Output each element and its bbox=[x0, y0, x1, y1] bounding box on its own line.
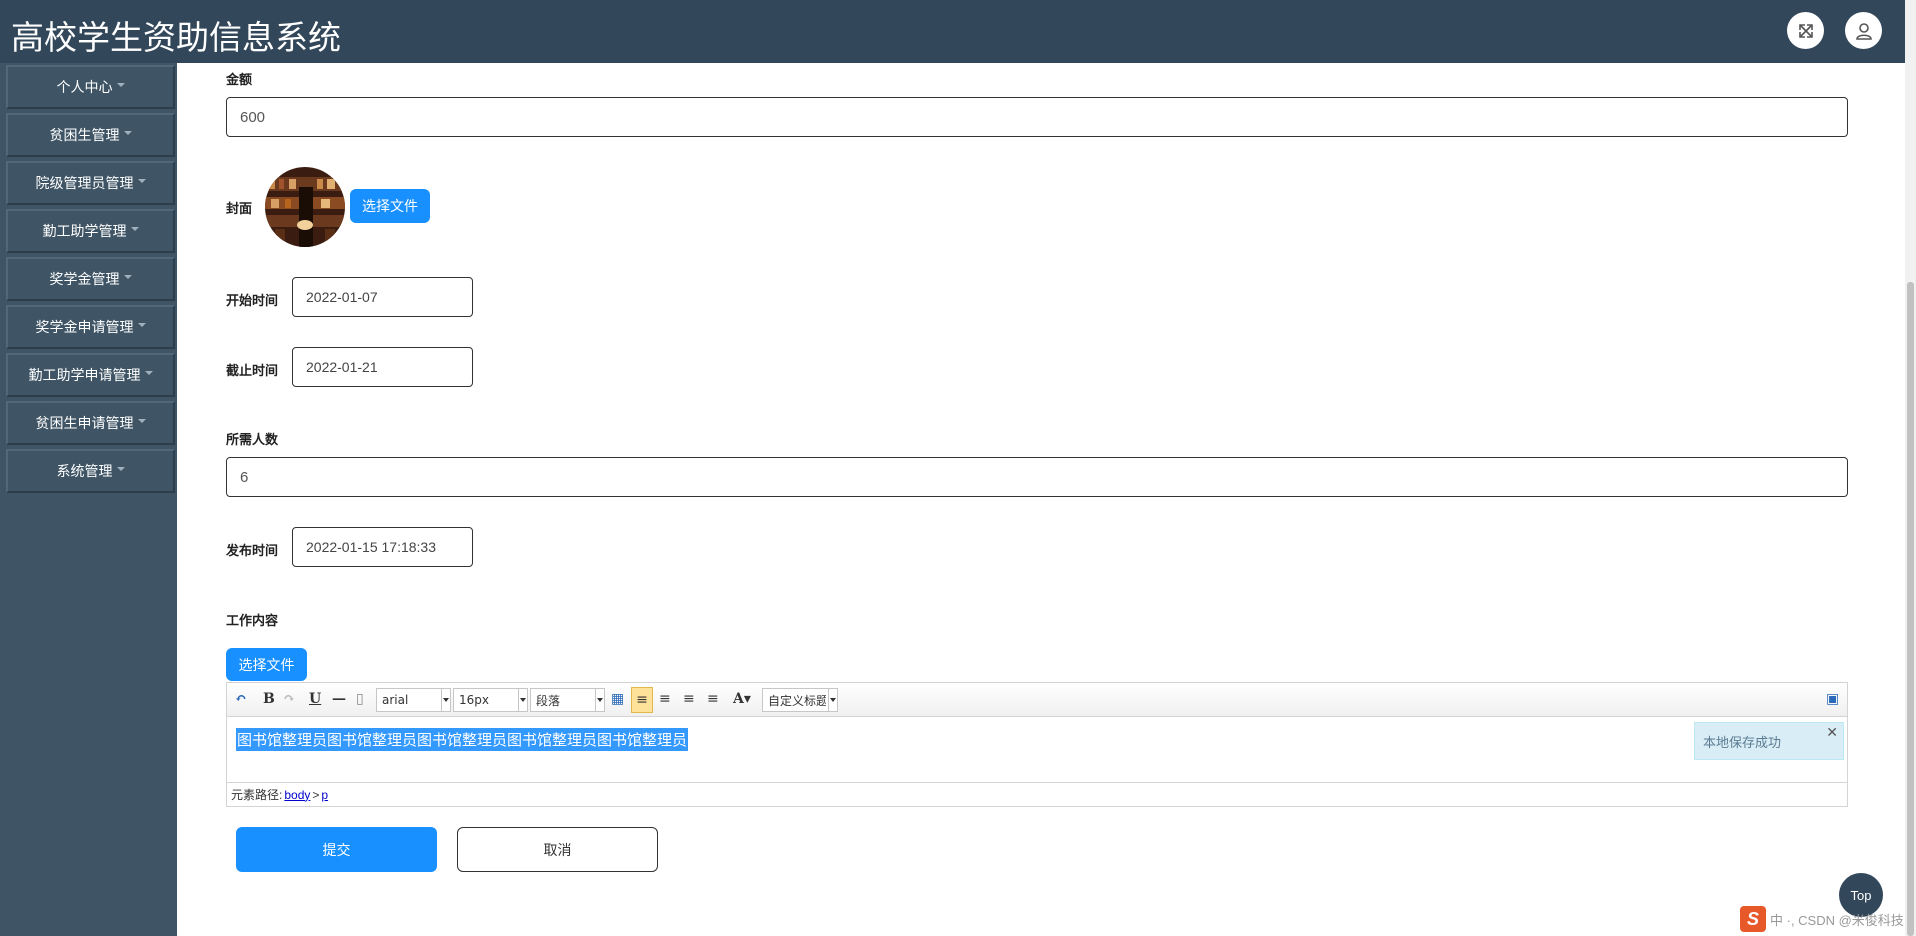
ime-text: 中 ·, CSDN @米俊科技 bbox=[1770, 912, 1904, 928]
align-center-icon[interactable]: ≡ bbox=[683, 691, 695, 707]
path-body-link[interactable]: body bbox=[284, 788, 310, 802]
end-time-input[interactable]: 2022-01-21 bbox=[292, 347, 473, 387]
amount-label: 金额 bbox=[226, 73, 253, 88]
sidebar-item-work-study-applications[interactable]: 勤工助学申请管理 bbox=[6, 353, 175, 397]
chevron-down-icon bbox=[116, 83, 125, 87]
start-time-label: 开始时间 bbox=[226, 294, 279, 309]
font-size-select[interactable]: 16px bbox=[453, 688, 528, 712]
align-left-icon[interactable]: ≡ bbox=[631, 687, 653, 713]
amount-input[interactable]: 600 bbox=[226, 97, 1848, 137]
font-family-select[interactable]: arial bbox=[376, 688, 451, 712]
cover-image bbox=[265, 167, 345, 247]
cover-label: 封面 bbox=[226, 202, 253, 217]
editor-selected-text[interactable]: 图书馆整理员图书馆整理员图书馆整理员图书馆整理员图书馆整理员 bbox=[236, 728, 689, 751]
people-input[interactable]: 6 bbox=[226, 457, 1848, 497]
toast-message: 本地保存成功 bbox=[1703, 734, 1782, 750]
sidebar-item-label: 院级管理员管理 bbox=[35, 176, 134, 192]
font-size-value: 16px bbox=[459, 693, 489, 707]
sidebar-item-scholarship[interactable]: 奖学金管理 bbox=[6, 257, 175, 301]
page-scrollbar[interactable] bbox=[1905, 0, 1916, 936]
chevron-down-icon bbox=[144, 371, 153, 375]
editor-content-area[interactable]: 图书馆整理员图书馆整理员图书馆整理员图书馆整理员图书馆整理员 本地保存成功 ✕ bbox=[227, 718, 1847, 780]
chevron-down-icon bbox=[518, 689, 527, 711]
publish-time-label: 发布时间 bbox=[226, 544, 279, 559]
cover-upload-button[interactable]: 选择文件 bbox=[350, 189, 430, 223]
sidebar-item-poor-student-applications[interactable]: 贫困生申请管理 bbox=[6, 401, 175, 445]
content-upload-button[interactable]: 选择文件 bbox=[226, 648, 307, 681]
sidebar-item-label: 个人中心 bbox=[56, 80, 113, 96]
local-save-toast: 本地保存成功 ✕ bbox=[1694, 722, 1844, 760]
undo-icon[interactable]: ↶ bbox=[235, 691, 247, 707]
top-header-bar: 高校学生资助信息系统 bbox=[0, 0, 1905, 63]
editor-toolbar: ↶ B ↷ U — ▯ arial 16px 段落 ▦ ≡ ≡ ≡ ≡ A▾ 自… bbox=[227, 683, 1847, 717]
fullscreen-icon[interactable] bbox=[1787, 12, 1824, 49]
custom-title-value: 自定义标题 bbox=[768, 693, 826, 708]
content-label: 工作内容 bbox=[226, 614, 279, 629]
sidebar-item-work-study[interactable]: 勤工助学管理 bbox=[6, 209, 175, 253]
sidebar-item-label: 奖学金申请管理 bbox=[35, 320, 134, 336]
align-right-icon[interactable]: ≡ bbox=[659, 691, 671, 707]
font-family-value: arial bbox=[382, 693, 409, 707]
sogou-ime-icon: S bbox=[1740, 906, 1766, 932]
sidebar-item-label: 系统管理 bbox=[56, 464, 113, 480]
end-time-label: 截止时间 bbox=[226, 364, 279, 379]
chevron-down-icon bbox=[123, 131, 132, 135]
sidebar-item-poor-students[interactable]: 贫困生管理 bbox=[6, 113, 175, 157]
chevron-down-icon bbox=[441, 689, 450, 711]
fullscreen-editor-icon[interactable]: ▣ bbox=[1826, 691, 1839, 707]
start-time-input[interactable]: 2022-01-07 bbox=[292, 277, 473, 317]
paragraph-select[interactable]: 段落 bbox=[530, 688, 605, 712]
publish-time-input[interactable]: 2022-01-15 17:18:33 bbox=[292, 527, 473, 567]
submit-button[interactable]: 提交 bbox=[236, 827, 437, 872]
sidebar-item-scholarship-applications[interactable]: 奖学金申请管理 bbox=[6, 305, 175, 349]
chevron-down-icon bbox=[123, 275, 132, 279]
path-label: 元素路径: bbox=[231, 788, 283, 802]
sidebar-item-label: 贫困生管理 bbox=[49, 128, 120, 144]
font-color-icon[interactable]: A▾ bbox=[733, 691, 751, 707]
sidebar-item-system[interactable]: 系统管理 bbox=[6, 449, 175, 493]
horizontal-rule-icon[interactable]: — bbox=[332, 691, 346, 707]
user-icon[interactable] bbox=[1845, 12, 1882, 49]
chevron-down-icon bbox=[595, 689, 604, 711]
close-icon[interactable]: ✕ bbox=[1826, 724, 1838, 741]
paragraph-value: 段落 bbox=[536, 693, 561, 708]
chevron-down-icon bbox=[137, 179, 146, 183]
sidebar-item-personal-center[interactable]: 个人中心 bbox=[6, 65, 175, 109]
rich-text-editor: ↶ B ↷ U — ▯ arial 16px 段落 ▦ ≡ ≡ ≡ ≡ A▾ 自… bbox=[226, 682, 1848, 807]
cancel-button[interactable]: 取消 bbox=[457, 827, 658, 872]
align-justify-icon[interactable]: ≡ bbox=[707, 691, 719, 707]
sidebar: 个人中心 贫困生管理 院级管理员管理 勤工助学管理 奖学金管理 奖学金申请管理 … bbox=[0, 63, 177, 936]
sidebar-item-label: 勤工助学申请管理 bbox=[28, 368, 141, 384]
underline-icon[interactable]: U bbox=[309, 691, 321, 707]
sidebar-item-label: 奖学金管理 bbox=[49, 272, 120, 288]
chevron-down-icon bbox=[116, 467, 125, 471]
sidebar-item-college-admins[interactable]: 院级管理员管理 bbox=[6, 161, 175, 205]
chevron-down-icon bbox=[137, 323, 146, 327]
table-icon[interactable]: ▦ bbox=[611, 691, 624, 707]
chevron-down-icon bbox=[130, 227, 139, 231]
path-separator: > bbox=[312, 787, 320, 802]
ime-toolbar: S 中 ·, CSDN @米俊科技 bbox=[1740, 905, 1904, 933]
page-icon[interactable]: ▯ bbox=[356, 691, 364, 707]
custom-title-select[interactable]: 自定义标题 bbox=[762, 688, 838, 712]
scrollbar-thumb[interactable] bbox=[1907, 282, 1914, 936]
redo-icon[interactable]: ↷ bbox=[283, 691, 295, 707]
sidebar-item-label: 勤工助学管理 bbox=[42, 224, 127, 240]
element-path-bar: 元素路径: body > p bbox=[227, 782, 1847, 806]
path-p-link[interactable]: p bbox=[321, 788, 328, 802]
app-title: 高校学生资助信息系统 bbox=[11, 18, 341, 57]
sidebar-item-label: 贫困生申请管理 bbox=[35, 416, 134, 432]
people-label: 所需人数 bbox=[226, 433, 279, 448]
chevron-down-icon bbox=[828, 689, 837, 711]
chevron-down-icon bbox=[137, 419, 146, 423]
bold-icon[interactable]: B bbox=[263, 691, 275, 707]
